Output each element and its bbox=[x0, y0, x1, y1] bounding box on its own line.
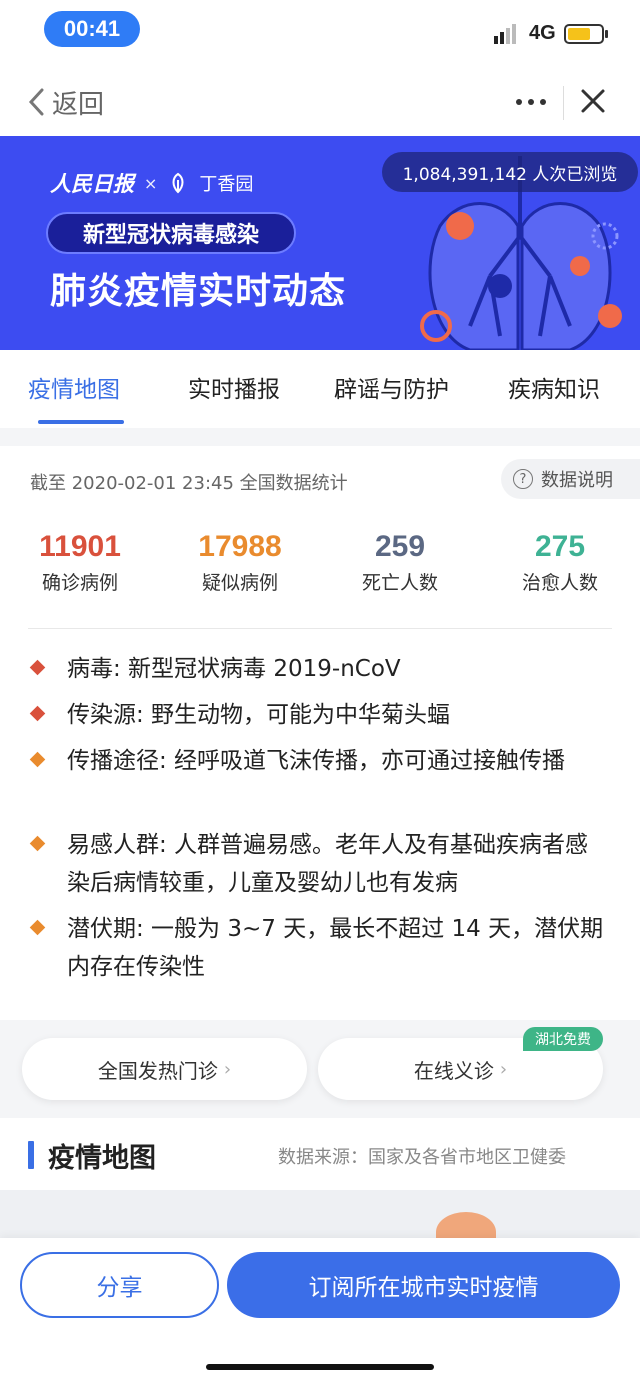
tab-rumors-protection[interactable]: 辟谣与防护 bbox=[334, 370, 449, 404]
fact-text: 传染源: 野生动物，可能为中华菊头蝠 bbox=[67, 702, 451, 728]
signal-icon bbox=[494, 24, 516, 44]
battery-tip bbox=[605, 30, 608, 38]
share-button[interactable]: 分享 bbox=[20, 1252, 219, 1318]
home-indicator[interactable] bbox=[206, 1364, 434, 1370]
stat-value: 259 bbox=[374, 530, 426, 563]
clove-leaf-icon bbox=[172, 172, 184, 194]
data-explanation-button[interactable]: ? 数据说明 bbox=[501, 459, 640, 499]
subscribe-city-button[interactable]: 订阅所在城市实时疫情 bbox=[227, 1252, 620, 1318]
fact-item: 传染源: 野生动物，可能为中华菊头蝠 bbox=[29, 696, 610, 734]
map-section-title: 疫情地图 bbox=[48, 1143, 156, 1174]
status-time: 00:41 bbox=[44, 11, 140, 47]
back-label: 返回 bbox=[52, 89, 105, 120]
stat-label: 死亡人数 bbox=[361, 572, 438, 594]
chevron-right-icon: › bbox=[223, 1058, 232, 1080]
diamond-bullet-icon bbox=[29, 835, 46, 852]
section-divider bbox=[0, 428, 640, 446]
diamond-bullet-icon bbox=[29, 659, 46, 676]
stat-value: 17988 bbox=[198, 530, 282, 563]
stat-label: 治愈人数 bbox=[521, 572, 598, 594]
stat-value: 275 bbox=[534, 530, 586, 563]
online-consult-label: 在线义诊 bbox=[413, 1058, 494, 1083]
battery-level bbox=[568, 28, 590, 40]
more-dots-icon[interactable] bbox=[514, 90, 548, 114]
active-tab-indicator bbox=[38, 420, 124, 424]
diamond-bullet-icon bbox=[29, 919, 46, 936]
stat-suspected: 17988 疑似病例 bbox=[160, 530, 320, 595]
fact-item: 易感人群: 人群普遍易感。老年人及有基础疾病者感染后病情较重，儿童及婴幼儿也有发… bbox=[29, 826, 610, 902]
hubei-free-badge: 湖北免费 bbox=[523, 1027, 603, 1051]
data-timestamp: 截至 2020-02-01 23:45 全国数据统计 bbox=[30, 473, 348, 494]
fact-item: 病毒: 新型冠状病毒 2019-nCoV bbox=[29, 650, 610, 688]
tab-disease-knowledge[interactable]: 疾病知识 bbox=[508, 370, 600, 404]
fact-text: 病毒: 新型冠状病毒 2019-nCoV bbox=[67, 656, 401, 682]
diamond-bullet-icon bbox=[29, 705, 46, 722]
brand-logo-peoples-daily: 人民日报 bbox=[50, 171, 134, 196]
tab-epidemic-map[interactable]: 疫情地图 bbox=[28, 370, 120, 404]
stat-deaths: 259 死亡人数 bbox=[320, 530, 480, 595]
stat-confirmed: 11901 确诊病例 bbox=[0, 530, 160, 595]
stat-recovered: 275 治愈人数 bbox=[480, 530, 640, 595]
data-explanation-label: 数据说明 bbox=[541, 470, 613, 491]
network-type: 4G bbox=[529, 22, 556, 44]
chevron-right-icon: › bbox=[499, 1058, 508, 1080]
banner-tag: 新型冠状病毒感染 bbox=[46, 212, 296, 254]
stat-value: 11901 bbox=[39, 530, 121, 563]
stats-divider bbox=[28, 628, 612, 629]
fact-text: 传播途径: 经呼吸道飞沫传播，亦可通过接触传播 bbox=[67, 748, 566, 774]
question-circle-icon: ? bbox=[513, 469, 533, 489]
chevron-left-icon bbox=[28, 88, 44, 116]
view-count-badge: 1,084,391,142 人次已浏览 bbox=[382, 152, 638, 192]
stat-label: 确诊病例 bbox=[41, 572, 118, 594]
back-button[interactable]: 返回 bbox=[28, 86, 105, 120]
fact-item: 传播途径: 经呼吸道飞沫传播，亦可通过接触传播 bbox=[29, 742, 610, 780]
stat-label: 疑似病例 bbox=[201, 572, 278, 594]
nav-divider bbox=[563, 86, 564, 120]
section-accent-bar bbox=[28, 1141, 34, 1169]
brand-row: 人民日报 × 丁香园 bbox=[50, 168, 253, 198]
brand-separator: × bbox=[144, 173, 158, 193]
brand-logo-dxy: 丁香园 bbox=[199, 174, 254, 195]
fever-clinic-label: 全国发热门诊 bbox=[97, 1058, 218, 1083]
close-icon[interactable] bbox=[580, 88, 606, 114]
diamond-bullet-icon bbox=[29, 751, 46, 768]
fact-item: 潜伏期: 一般为 3~7 天，最长不超过 14 天，潜伏期内存在传染性 bbox=[29, 910, 610, 986]
fact-text: 易感人群: 人群普遍易感。老年人及有基础疾病者感染后病情较重，儿童及婴幼儿也有发… bbox=[67, 832, 589, 896]
fact-text: 潜伏期: 一般为 3~7 天，最长不超过 14 天，潜伏期内存在传染性 bbox=[67, 916, 604, 980]
banner-headline: 肺炎疫情实时动态 bbox=[50, 271, 347, 312]
fever-clinic-button[interactable]: 全国发热门诊 › bbox=[22, 1038, 307, 1100]
tab-live-news[interactable]: 实时播报 bbox=[188, 370, 280, 404]
map-data-source: 数据来源：国家及各省市地区卫健委 bbox=[278, 1147, 566, 1168]
